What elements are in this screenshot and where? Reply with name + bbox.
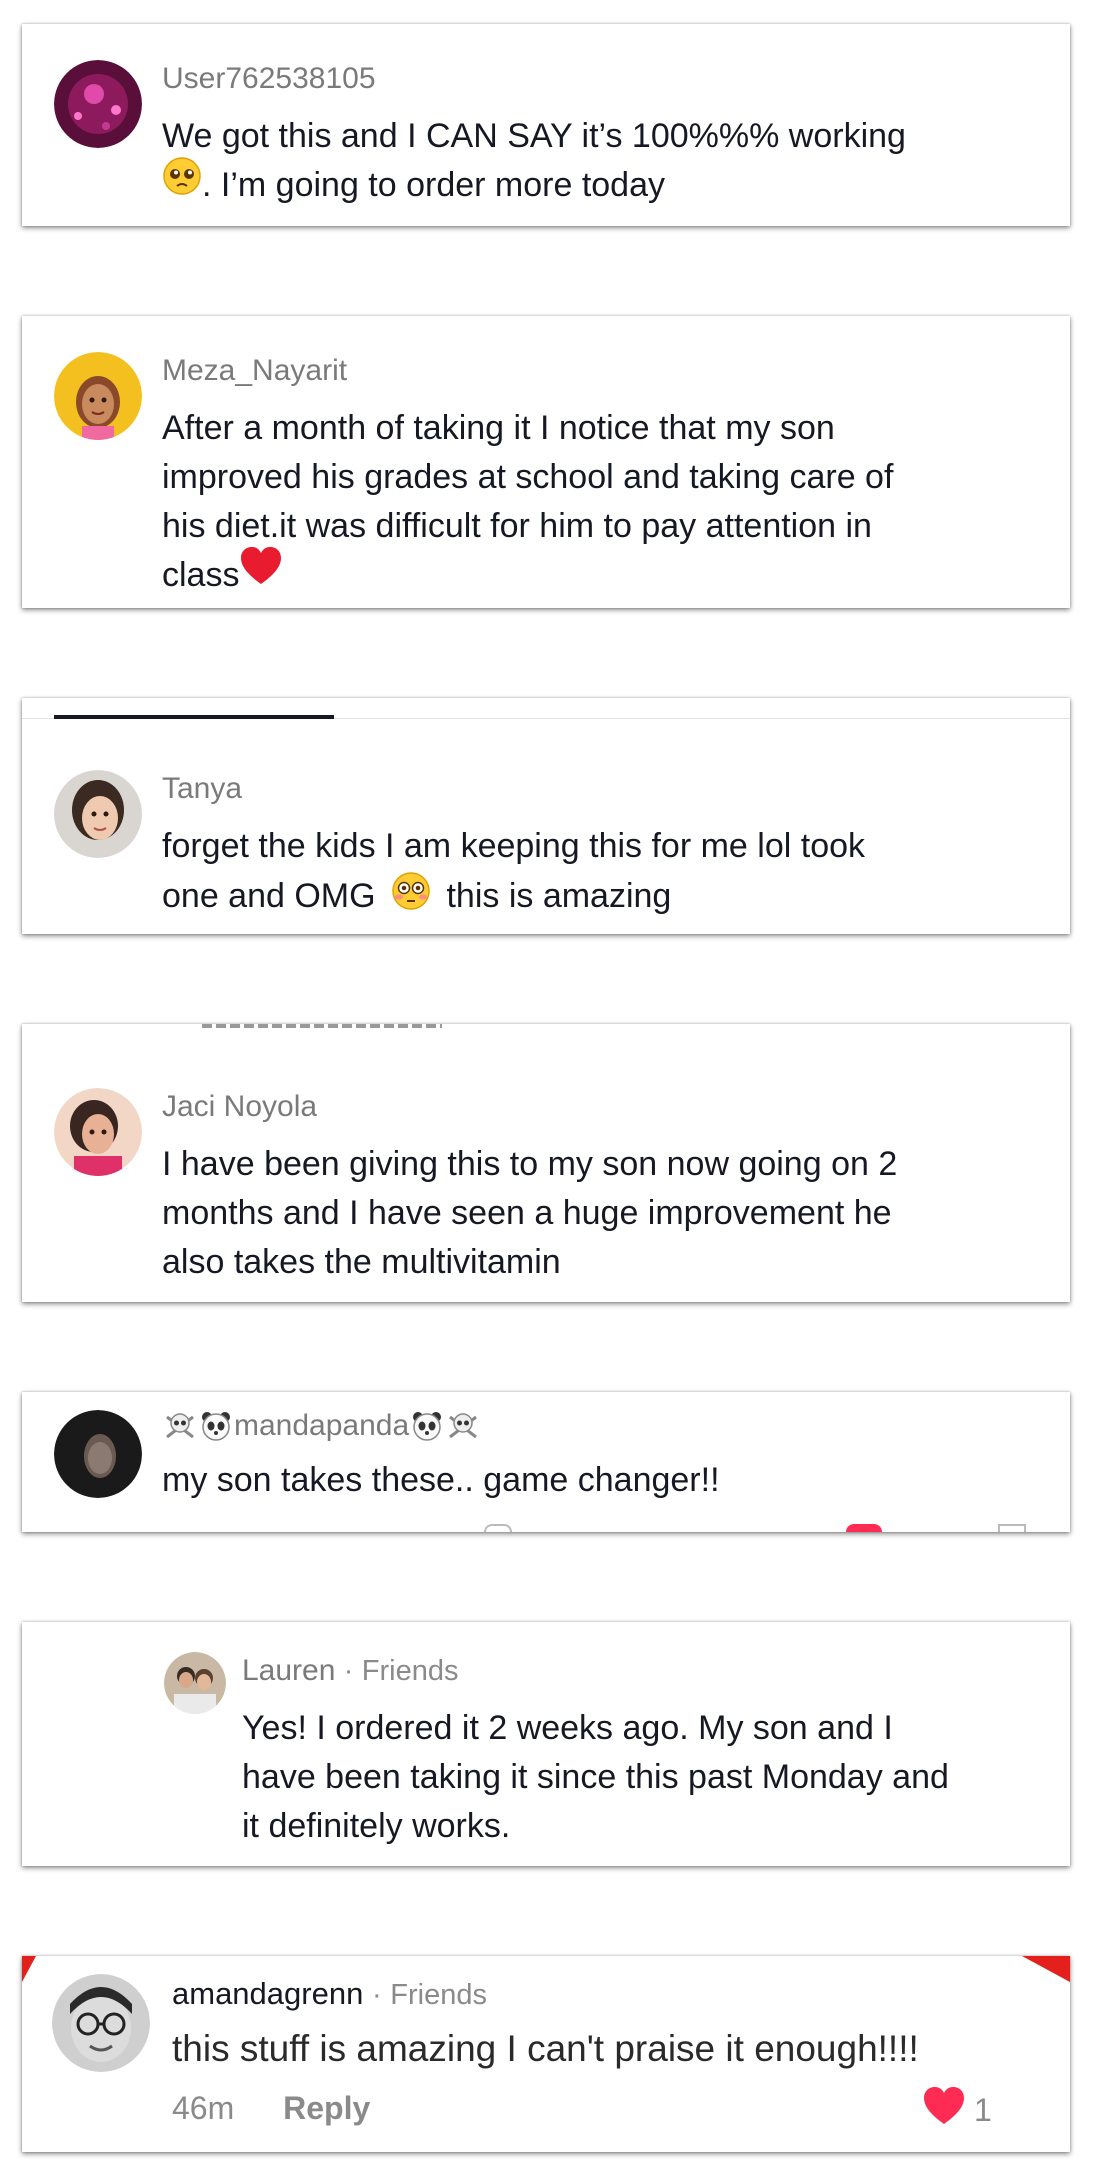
comment-text-line: improved his grades at school and taking…	[162, 458, 894, 496]
skull-crossbones-icon	[445, 1408, 481, 1444]
timestamp: 46m	[172, 2090, 235, 2126]
comment-card: User762538105 We got this and I CAN SAY …	[22, 24, 1070, 226]
comment-text-line: also takes the multivitamin	[162, 1243, 561, 1281]
red-corner-left	[22, 1956, 36, 1982]
friends-separator: ·	[343, 1655, 354, 1687]
pleading-face-emoji	[162, 156, 202, 210]
cut-off-text	[202, 1024, 442, 1028]
comment-text-line: months and I have seen a huge improvemen…	[162, 1194, 892, 1232]
comment-text-line: class	[162, 547, 893, 600]
flushed-face-emoji	[391, 871, 431, 925]
username-with-emoji[interactable]: mandapanda	[162, 1408, 481, 1444]
cut-off-icons	[22, 1524, 1070, 1532]
panda-icon	[409, 1408, 445, 1444]
skull-crossbones-icon	[162, 1408, 198, 1444]
comment-text-part: one and OMG	[162, 876, 376, 915]
comment-text: this stuff is amazing I can't praise it …	[172, 2028, 919, 2069]
comment-text-line: Yes! I ordered it 2 weeks ago. My son an…	[242, 1709, 893, 1747]
like-button[interactable]: 1	[922, 2086, 992, 2134]
username-row: amandagrenn · Friends	[172, 1976, 487, 2012]
username[interactable]: User762538105	[162, 62, 376, 96]
comment-text-line: After a month of taking it I notice that…	[162, 409, 835, 447]
comment-text-line: . I’m going to order more today	[162, 157, 906, 210]
comment-meta: 46m Reply	[172, 2090, 370, 2127]
comment-text: I have been giving this to my son now go…	[162, 1140, 897, 1287]
avatar[interactable]	[52, 1974, 150, 2072]
like-count: 1	[974, 2091, 992, 2128]
comment-text-part: class	[162, 556, 240, 594]
avatar[interactable]	[54, 1410, 142, 1498]
friends-separator: ·	[371, 1979, 382, 2011]
friends-tag: Friends	[390, 1979, 487, 2011]
username[interactable]: mandapanda	[234, 1409, 409, 1443]
tab-active-indicator	[54, 715, 334, 719]
comment-text-part: this is amazing	[446, 876, 672, 915]
comment-text-part: . I’m going to order more today	[202, 166, 666, 204]
username[interactable]: amandagrenn	[172, 1976, 363, 2011]
comment-card: amandagrenn · Friends this stuff is amaz…	[22, 1956, 1070, 2152]
comment-text: Yes! I ordered it 2 weeks ago. My son an…	[242, 1704, 949, 1851]
comment-text: After a month of taking it I notice that…	[162, 404, 893, 600]
comment-text-line: forget the kids I am keeping this for me…	[162, 827, 866, 865]
reply-button[interactable]: Reply	[283, 2090, 370, 2126]
comment-text-line: I have been giving this to my son now go…	[162, 1145, 898, 1183]
username[interactable]: Tanya	[162, 772, 242, 806]
heart-icon[interactable]	[922, 2086, 966, 2134]
comment-text-line: his diet.it was difficult for him to pay…	[162, 507, 872, 545]
comment-card: Jaci Noyola I have been giving this to m…	[22, 1024, 1070, 1302]
avatar[interactable]	[54, 352, 142, 440]
avatar[interactable]	[54, 770, 142, 858]
avatar[interactable]	[54, 1088, 142, 1176]
comment-text-line: have been taking it since this past Mond…	[242, 1758, 949, 1796]
friends-tag: Friends	[361, 1655, 459, 1687]
red-heart-emoji	[239, 546, 283, 600]
comment-text: forget the kids I am keeping this for me…	[162, 822, 865, 925]
comment-text: We got this and I CAN SAY it’s 100%%% wo…	[162, 112, 906, 210]
red-corner-right	[1022, 1956, 1070, 1982]
comment-text-line: it definitely works.	[242, 1807, 511, 1845]
username[interactable]: Lauren	[242, 1654, 335, 1687]
username[interactable]: Meza_Nayarit	[162, 354, 347, 388]
panda-icon	[198, 1408, 234, 1444]
comment-text: my son takes these.. game changer!!	[162, 1461, 720, 1499]
comment-card: Tanya forget the kids I am keeping this …	[22, 698, 1070, 934]
comment-card: Lauren · Friends Yes! I ordered it 2 wee…	[22, 1622, 1070, 1866]
comment-card: mandapanda my son takes these.. game cha…	[22, 1392, 1070, 1532]
username[interactable]: Jaci Noyola	[162, 1090, 317, 1124]
username-row: Lauren · Friends	[242, 1654, 458, 1688]
comment-card: Meza_Nayarit After a month of taking it …	[22, 316, 1070, 608]
avatar[interactable]	[164, 1652, 226, 1714]
avatar[interactable]	[54, 60, 142, 148]
comment-text-line: We got this and I CAN SAY it’s 100%%% wo…	[162, 117, 906, 155]
comment-text-line: one and OMG this is amazing	[162, 871, 865, 925]
